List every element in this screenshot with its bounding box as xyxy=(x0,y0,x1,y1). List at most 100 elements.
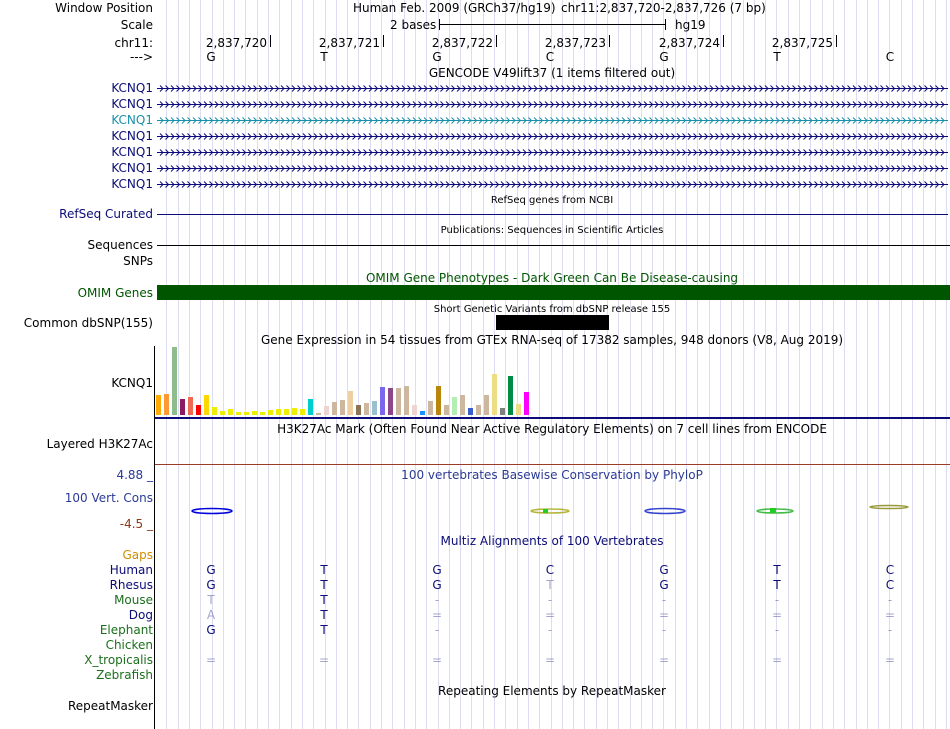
gtex-tissue-bar[interactable] xyxy=(188,397,193,415)
gencode-track-title[interactable]: GENCODE V49lift37 (1 items filtered out) xyxy=(429,66,675,80)
gtex-tissue-bar[interactable] xyxy=(492,374,497,415)
gtex-tissue-bar[interactable] xyxy=(500,408,505,415)
gtex-tissue-bar[interactable] xyxy=(380,387,385,415)
repeatmasker-track-title[interactable]: Repeating Elements by RepeatMasker xyxy=(438,684,666,698)
gencode-transcript-label[interactable]: KCNQ1 xyxy=(111,81,153,95)
gtex-tissue-bar[interactable] xyxy=(348,391,353,415)
gencode-transcript-line[interactable] xyxy=(157,84,948,93)
gtex-tissue-bar[interactable] xyxy=(484,395,489,415)
gtex-tissue-bar[interactable] xyxy=(396,388,401,415)
gtex-tissue-bar[interactable] xyxy=(204,395,209,415)
omim-track-label[interactable]: OMIM Genes xyxy=(78,286,153,300)
multiz-species-label[interactable]: Dog xyxy=(129,608,153,622)
gtex-tissue-bar[interactable] xyxy=(324,406,329,415)
gtex-tissue-bar[interactable] xyxy=(164,394,169,415)
gtex-tissue-bar[interactable] xyxy=(460,395,465,415)
gtex-tissue-bar[interactable] xyxy=(180,399,185,415)
gtex-tissue-bar[interactable] xyxy=(356,405,361,415)
gtex-tissue-bar[interactable] xyxy=(436,386,441,415)
refseq-track-title[interactable]: RefSeq genes from NCBI xyxy=(491,194,613,208)
gtex-tissue-bar[interactable] xyxy=(404,386,409,415)
multiz-species-label[interactable]: X_tropicalis xyxy=(84,653,153,667)
gtex-tissue-bar[interactable] xyxy=(420,411,425,415)
reference-base: G xyxy=(659,50,669,64)
guide-line xyxy=(200,0,201,729)
gtex-tissue-bar[interactable] xyxy=(172,347,177,415)
gencode-transcript-line[interactable] xyxy=(157,180,948,189)
pubs-track-label[interactable]: Sequences xyxy=(88,238,153,252)
gencode-transcript-label[interactable]: KCNQ1 xyxy=(111,129,153,143)
multiz-species-label[interactable]: Chicken xyxy=(106,638,153,652)
gtex-tissue-bar[interactable] xyxy=(444,405,449,415)
refseq-gene-line[interactable] xyxy=(157,214,948,215)
gencode-transcript-label[interactable]: KCNQ1 xyxy=(111,177,153,191)
gtex-tissue-bar[interactable] xyxy=(452,397,457,415)
gtex-tissue-bar[interactable] xyxy=(212,407,217,415)
multiz-species-label[interactable]: Mouse xyxy=(114,593,153,607)
refseq-track-label[interactable]: RefSeq Curated xyxy=(59,207,153,221)
multiz-species-label[interactable]: Elephant xyxy=(100,623,153,637)
repeatmasker-track-label[interactable]: RepeatMasker xyxy=(68,699,153,713)
gtex-tissue-bar[interactable] xyxy=(428,401,433,415)
gtex-tissue-bar[interactable] xyxy=(228,409,233,415)
gtex-tissue-bar[interactable] xyxy=(516,404,521,415)
gtex-tissue-bar[interactable] xyxy=(524,392,529,415)
gencode-transcript-line[interactable] xyxy=(157,148,948,157)
gtex-tissue-bar[interactable] xyxy=(284,409,289,415)
pubs-track-title[interactable]: Publications: Sequences in Scientific Ar… xyxy=(441,224,664,238)
gtex-tissue-bar[interactable] xyxy=(252,411,257,415)
gencode-transcript-line[interactable] xyxy=(157,164,948,173)
gtex-tissue-bar[interactable] xyxy=(372,401,377,415)
multiz-track-title[interactable]: Multiz Alignments of 100 Vertebrates xyxy=(440,534,663,548)
omim-track-title[interactable]: OMIM Gene Phenotypes - Dark Green Can Be… xyxy=(366,271,738,285)
multiz-species-label[interactable]: Human xyxy=(110,563,153,577)
gtex-tissue-bar[interactable] xyxy=(236,412,241,415)
multiz-species-label[interactable]: Rhesus xyxy=(110,578,153,592)
gtex-tissue-bar[interactable] xyxy=(308,399,313,415)
position-title[interactable]: chr11:2,837,720-2,837,726 (7 bp) xyxy=(561,1,766,15)
gtex-tissue-bar[interactable] xyxy=(332,402,337,415)
gtex-tissue-bar[interactable] xyxy=(508,376,513,415)
dbsnp-track-label[interactable]: Common dbSNP(155) xyxy=(24,316,153,330)
gtex-tissue-bar[interactable] xyxy=(268,410,273,415)
phylop-glyphs[interactable] xyxy=(155,495,950,525)
gencode-transcript-line[interactable] xyxy=(157,132,948,141)
gtex-tissue-bar[interactable] xyxy=(364,403,369,415)
gtex-tissue-bar[interactable] xyxy=(276,409,281,415)
gtex-tissue-bar[interactable] xyxy=(476,405,481,415)
dbsnp-variant-block[interactable] xyxy=(496,315,609,330)
gtex-tissue-bar[interactable] xyxy=(316,413,321,415)
scale-bar xyxy=(439,24,666,25)
gencode-transcript-label[interactable]: KCNQ1 xyxy=(111,113,153,127)
guide-line xyxy=(358,0,359,729)
phylop-track-title[interactable]: 100 vertebrates Basewise Conservation by… xyxy=(401,468,703,482)
gtex-tissue-bar[interactable] xyxy=(244,412,249,415)
phylop-track-label[interactable]: 100 Vert. Cons xyxy=(65,491,153,505)
gencode-transcript-line[interactable] xyxy=(157,116,948,125)
gtex-tissue-bar[interactable] xyxy=(260,412,265,415)
h3k27ac-track-label[interactable]: Layered H3K27Ac xyxy=(47,437,153,451)
gtex-tissue-bar[interactable] xyxy=(300,409,305,415)
gtex-tissue-bar[interactable] xyxy=(468,408,473,415)
genome-browser-image[interactable]: Window Position Human Feb. 2009 (GRCh37/… xyxy=(0,0,950,729)
multiz-aligned-base: = xyxy=(658,608,670,622)
gencode-transcript-label[interactable]: KCNQ1 xyxy=(111,97,153,111)
h3k27ac-track-title[interactable]: H3K27Ac Mark (Often Found Near Active Re… xyxy=(277,422,827,436)
gtex-tissue-bar[interactable] xyxy=(196,405,201,415)
gtex-track-label[interactable]: KCNQ1 xyxy=(111,376,153,390)
multiz-species-label[interactable]: Zebrafish xyxy=(96,668,153,682)
multiz-aligned-base: C xyxy=(545,563,555,577)
omim-gene-bar[interactable] xyxy=(157,285,950,300)
gencode-transcript-label[interactable]: KCNQ1 xyxy=(111,161,153,175)
gtex-track-title[interactable]: Gene Expression in 54 tissues from GTEx … xyxy=(261,333,843,347)
gtex-tissue-bar[interactable] xyxy=(388,388,393,415)
gtex-tissue-bar[interactable] xyxy=(220,411,225,415)
gencode-transcript-line[interactable] xyxy=(157,100,948,109)
pubs-feature-line[interactable] xyxy=(157,245,950,246)
gtex-tissue-bar[interactable] xyxy=(156,395,161,415)
gtex-tissue-bar[interactable] xyxy=(340,400,345,415)
gencode-transcript-label[interactable]: KCNQ1 xyxy=(111,145,153,159)
gtex-tissue-bar[interactable] xyxy=(292,408,297,415)
gtex-tissue-bar[interactable] xyxy=(412,405,417,415)
guide-line xyxy=(901,0,902,729)
